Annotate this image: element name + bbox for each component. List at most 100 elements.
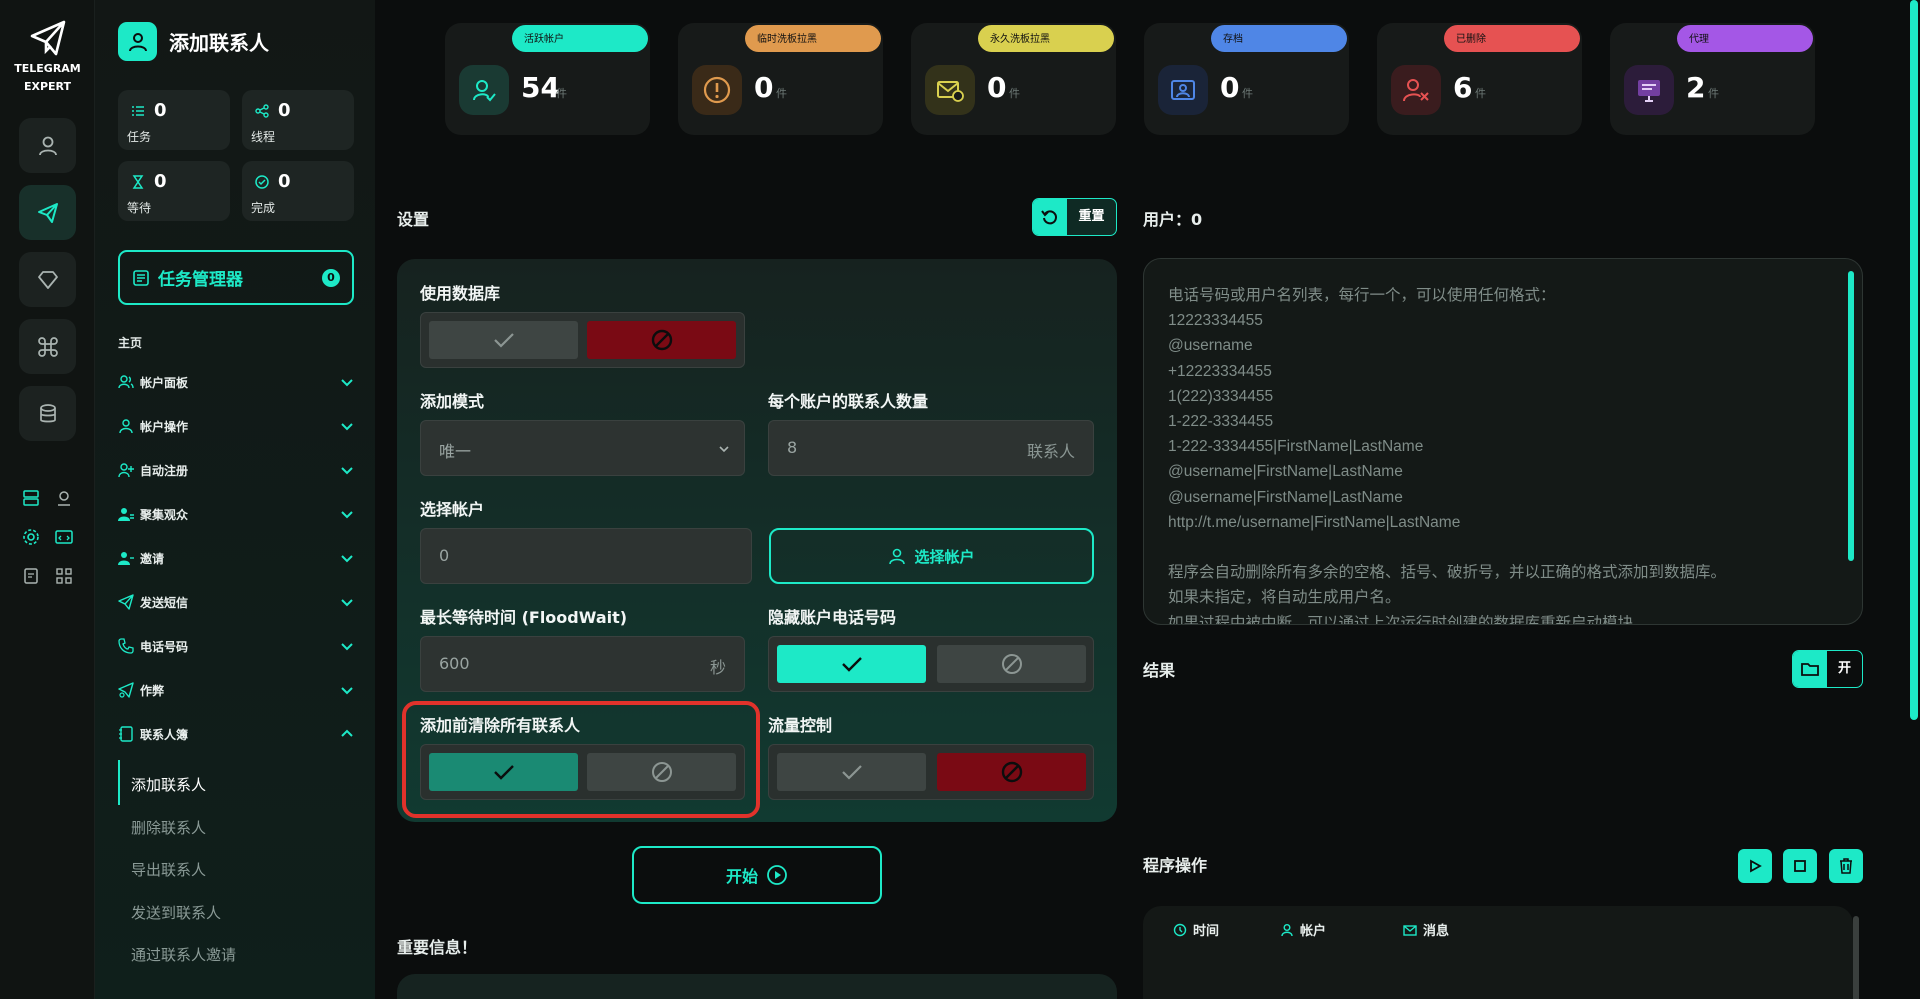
card-pill: 临时洗板拉黑 [745,25,881,52]
log-col-time: 时间 [1173,920,1219,939]
settings-title: 设置 [397,210,430,229]
stat-value: 0 [154,100,167,121]
hide-phone-yes-button[interactable] [777,645,926,683]
nav-send-sms[interactable]: 发送短信 [118,588,354,616]
rail-premium-button[interactable] [19,252,76,307]
clock-icon [1173,923,1187,936]
chevron-down-icon [341,423,353,431]
clear-log-button[interactable] [1829,849,1863,883]
stat-value: 0 [278,171,291,192]
card-archived: 存档 0 件 [1144,23,1349,135]
reset-button[interactable]: 重置 [1032,198,1117,236]
brand-line2: EXPERT [23,80,72,93]
reset-label: 重置 [1078,209,1105,224]
chevron-up-icon [341,729,353,737]
rail-commands-button[interactable] [19,319,76,374]
floodwait-label: 最长等待时间 (FloodWait) [420,608,628,627]
subnav-add-contacts[interactable]: 添加联系人 [131,774,206,795]
rail-location-button[interactable] [53,487,75,509]
rail-telegram-button[interactable] [19,185,76,240]
nav-phone-numbers[interactable]: 电话号码 [118,632,354,660]
play-icon [1750,859,1762,873]
task-manager-button[interactable]: 任务管理器 0 [118,250,354,305]
hide-phone-no-button[interactable] [937,645,1086,683]
rail-grid-button[interactable] [53,565,75,587]
proxy-icon [1624,65,1674,115]
rail-accounts-button[interactable] [19,118,76,173]
trash-icon [1840,858,1852,874]
grid-icon [56,568,72,584]
operations-log: 时间 帐户 消息 [1143,906,1853,999]
send-icon [118,594,134,610]
card-perm-blacklist: 永久洗板拉黑 0 件 [911,23,1116,135]
open-results-button[interactable]: 开 [1792,650,1863,688]
code-window-icon [55,530,73,544]
rail-database-button[interactable] [19,386,76,441]
diamond-icon [37,270,58,289]
card-unit: 件 [776,87,787,100]
nav-label: 帐户面板 [140,375,189,390]
database-icon [39,403,56,422]
send-gear-icon [118,682,134,698]
page-scrollbar[interactable] [1910,0,1918,720]
rail-settings-button[interactable] [20,526,42,548]
rail-notes-button[interactable] [20,565,42,587]
rail-code-button[interactable] [53,526,75,548]
add-mode-select[interactable]: 唯一 [420,420,745,476]
operations-title: 程序操作 [1143,856,1208,875]
subnav-send-to-contacts[interactable]: 发送到联系人 [131,902,221,923]
card-value: 0 [1220,71,1240,104]
nav-gather-audience[interactable]: 聚集观众 [118,500,354,528]
use-db-no-button[interactable] [587,321,736,359]
user-icon [889,548,906,565]
subnav-delete-contacts[interactable]: 删除联系人 [131,817,206,838]
rail-server-button[interactable] [20,487,42,509]
app-logo: TELEGRAM EXPERT [0,18,95,94]
highlight-box [402,701,760,818]
traffic-no-button[interactable] [937,753,1086,791]
subnav-invite-via-contacts[interactable]: 通过联系人邀请 [131,944,236,965]
card-pill: 已删除 [1444,25,1580,52]
contact-book-icon [119,726,133,742]
nav-account-ops[interactable]: 帐户操作 [118,412,354,440]
nav-label: 自动注册 [140,463,189,478]
traffic-toggle [768,744,1094,800]
nav-cheat[interactable]: 作弊 [118,676,354,704]
play-button[interactable] [1738,849,1772,883]
nav-label: 联系人簿 [140,727,189,742]
card-pill: 代理 [1677,25,1813,52]
chevron-down-icon [341,687,353,695]
check-circle-icon [255,175,269,189]
check-icon [493,333,514,348]
textarea-scrollbar[interactable] [1848,271,1854,561]
floodwait-input[interactable]: 600 秒 [420,636,745,692]
nav-contact-book[interactable]: 联系人簿 [118,720,354,748]
users-icon [118,375,134,389]
users-textarea[interactable]: 电话号码或用户名列表，每行一个，可以使用任何格式： 12223334455 @u… [1143,258,1863,625]
stop-button[interactable] [1783,849,1817,883]
chevron-down-icon [341,599,353,607]
select-accounts-input[interactable]: 0 [420,528,752,584]
stat-label: 等待 [127,201,152,215]
select-accounts-button[interactable]: 选择帐户 [769,528,1094,584]
start-button[interactable]: 开始 [632,846,882,904]
use-db-toggle [420,312,745,368]
nav-account-panel[interactable]: 帐户面板 [118,368,354,396]
nav-auto-register[interactable]: 自动注册 [118,456,354,484]
stat-waiting: 0 等待 [118,161,230,221]
contacts-per-account-input[interactable]: 8 联系人 [768,420,1094,476]
traffic-yes-button[interactable] [777,753,926,791]
sidebar-header: 添加联系人 [118,22,269,61]
subnav-export-contacts[interactable]: 导出联系人 [131,859,206,880]
stat-value: 0 [278,100,291,121]
card-value: 0 [987,71,1007,104]
mail-icon [1403,924,1417,936]
card-temp-blacklist: 临时洗板拉黑 0 件 [678,23,883,135]
hourglass-icon [132,175,144,189]
log-scrollbar[interactable] [1853,916,1859,999]
card-active-accounts: 活跃帐户 54 件 [445,23,650,135]
log-col-account: 帐户 [1280,920,1326,939]
use-db-yes-button[interactable] [429,321,578,359]
log-col-label: 消息 [1423,924,1450,939]
nav-invite[interactable]: 邀请 [118,544,354,572]
